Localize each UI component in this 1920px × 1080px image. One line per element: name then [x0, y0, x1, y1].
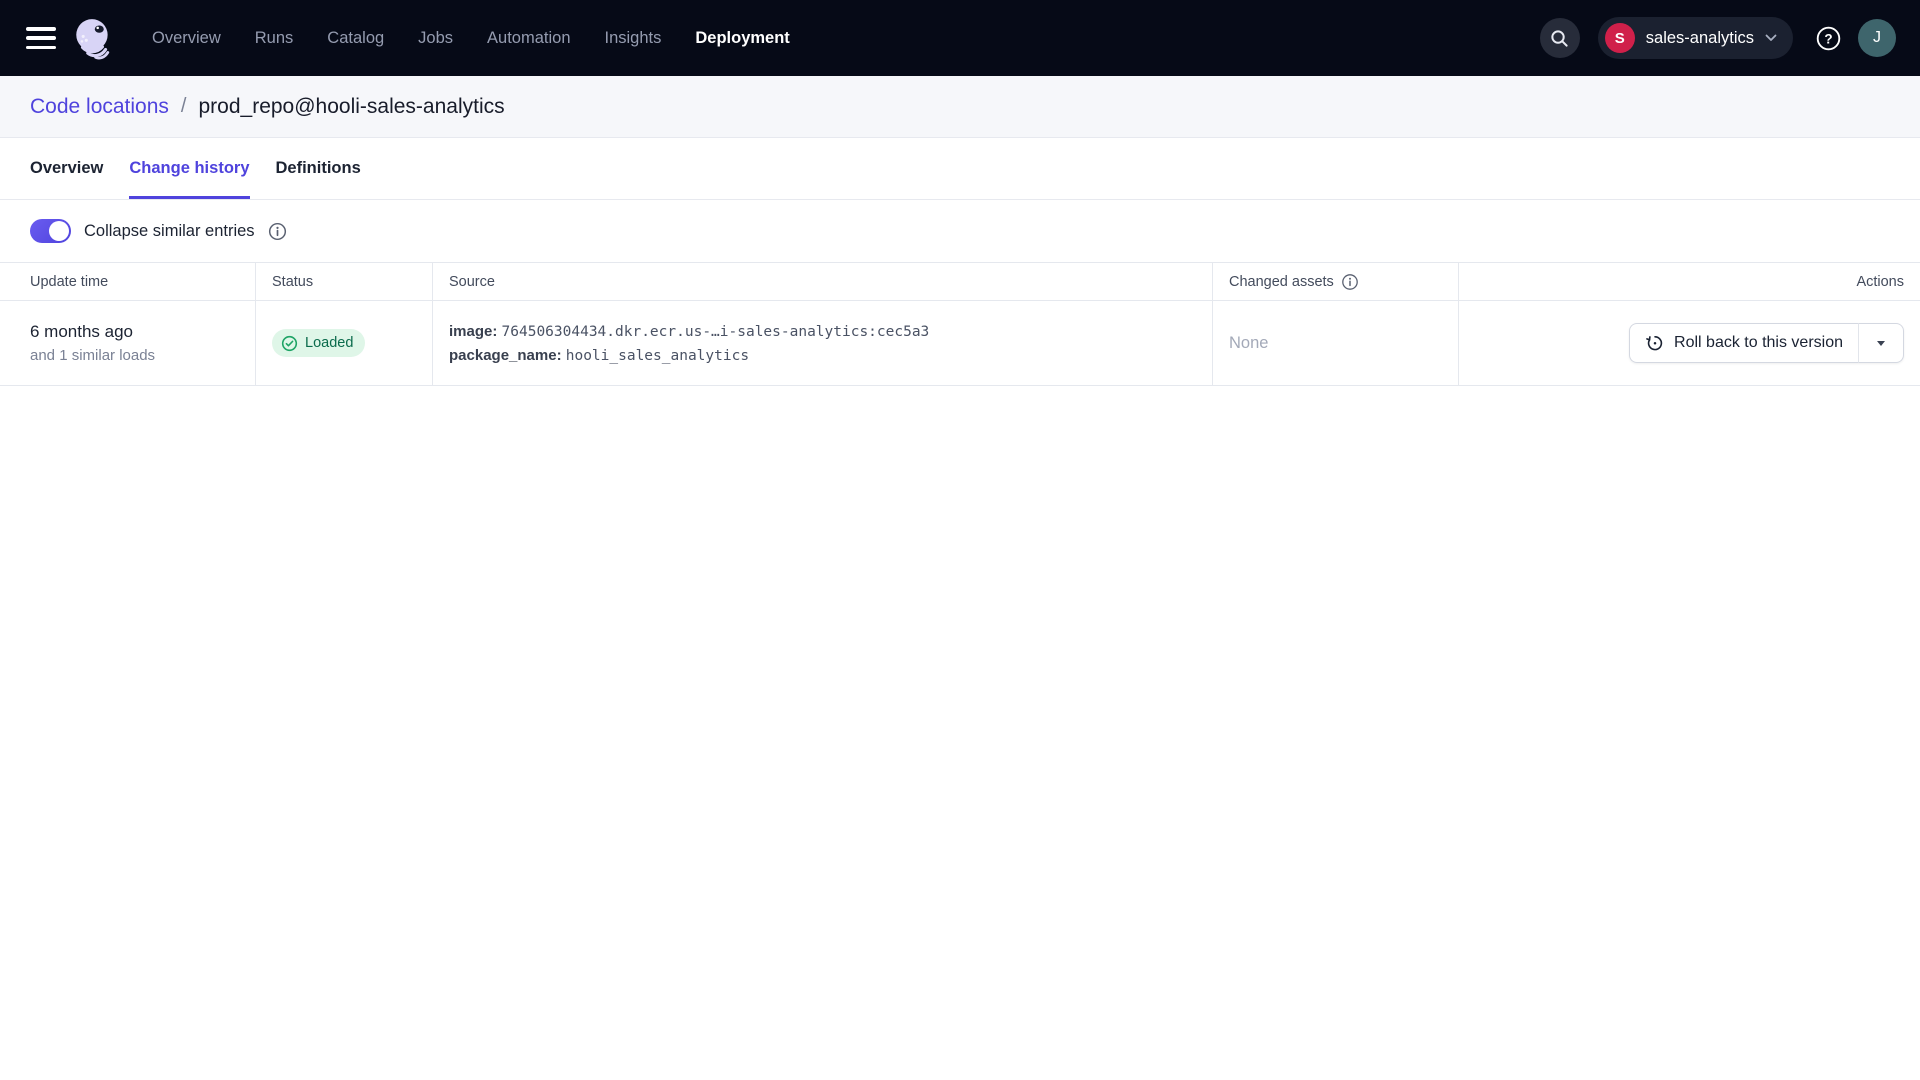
breadcrumb-code-locations-link[interactable]: Code locations	[30, 95, 169, 119]
collapse-similar-label: Collapse similar entries	[84, 222, 255, 241]
user-avatar[interactable]: J	[1858, 19, 1896, 57]
rollback-button[interactable]: Roll back to this version	[1629, 323, 1858, 363]
source-image-value: 764506304434.dkr.ecr.us-…i-sales-analyti…	[502, 324, 930, 340]
octopus-logo-icon	[70, 15, 116, 61]
changed-assets-info-icon[interactable]	[1341, 273, 1359, 291]
collapse-info-button[interactable]	[268, 222, 287, 241]
similar-loads-note: and 1 similar loads	[30, 347, 155, 364]
controls-row: Collapse similar entries	[0, 200, 1920, 262]
tabs-bar: Overview Change history Definitions	[0, 138, 1920, 200]
source-image-label: image:	[449, 323, 497, 340]
info-icon	[268, 222, 287, 241]
header-status: Status	[255, 263, 432, 300]
top-nav: Overview Runs Catalog Jobs Automation In…	[0, 0, 1920, 76]
status-badge-label: Loaded	[305, 335, 353, 351]
help-button[interactable]: ?	[1815, 25, 1842, 52]
header-actions: Actions	[1458, 263, 1920, 300]
rollback-button-label: Roll back to this version	[1674, 334, 1843, 352]
changed-assets-cell: None	[1212, 301, 1458, 385]
source-package-value: hooli_sales_analytics	[566, 348, 749, 364]
header-changed-assets-label: Changed assets	[1229, 274, 1334, 290]
status-cell: Loaded	[255, 301, 432, 385]
nav-item-insights[interactable]: Insights	[605, 29, 662, 48]
check-circle-icon	[281, 335, 298, 352]
org-name: sales-analytics	[1646, 29, 1754, 48]
nav-item-jobs[interactable]: Jobs	[418, 29, 453, 48]
caret-down-icon	[1877, 341, 1885, 346]
update-time-value: 6 months ago	[30, 322, 155, 342]
rollback-button-group: Roll back to this version	[1629, 323, 1904, 363]
tab-overview[interactable]: Overview	[30, 138, 103, 199]
collapse-similar-toggle[interactable]	[30, 219, 71, 243]
org-switcher[interactable]: S sales-analytics	[1598, 17, 1793, 59]
chevron-down-icon	[1765, 34, 1777, 42]
actions-cell: Roll back to this version	[1458, 301, 1920, 385]
header-changed-assets: Changed assets	[1212, 263, 1458, 300]
menu-hamburger-icon[interactable]	[26, 27, 56, 49]
changed-assets-value: None	[1229, 334, 1268, 353]
nav-item-runs[interactable]: Runs	[255, 29, 294, 48]
svg-text:?: ?	[1824, 31, 1832, 46]
help-question-icon: ?	[1815, 25, 1842, 52]
org-initial-badge: S	[1605, 23, 1635, 53]
rollback-dropdown-button[interactable]	[1858, 323, 1904, 363]
header-update-time: Update time	[0, 263, 255, 300]
dagster-octopus-logo[interactable]	[70, 15, 116, 61]
rollback-history-icon	[1645, 333, 1665, 353]
header-source: Source	[432, 263, 1212, 300]
page-header: Code locations / prod_repo@hooli-sales-a…	[0, 76, 1920, 138]
nav-item-catalog[interactable]: Catalog	[327, 29, 384, 48]
search-icon	[1549, 28, 1570, 49]
source-package-label: package_name:	[449, 347, 562, 364]
table-header-row: Update time Status Source Changed assets…	[0, 262, 1920, 301]
page-title: prod_repo@hooli-sales-analytics	[198, 95, 504, 119]
change-history-table: Update time Status Source Changed assets…	[0, 262, 1920, 386]
tab-change-history[interactable]: Change history	[129, 138, 249, 199]
source-cell: image: 764506304434.dkr.ecr.us-…i-sales-…	[432, 301, 1212, 385]
nav-item-deployment[interactable]: Deployment	[695, 29, 789, 48]
search-button[interactable]	[1540, 18, 1580, 58]
primary-nav-links: Overview Runs Catalog Jobs Automation In…	[152, 29, 790, 48]
status-badge: Loaded	[272, 329, 365, 357]
tab-definitions[interactable]: Definitions	[276, 138, 361, 199]
table-row: 6 months ago and 1 similar loads Loaded …	[0, 301, 1920, 386]
nav-item-overview[interactable]: Overview	[152, 29, 221, 48]
update-time-cell: 6 months ago and 1 similar loads	[0, 301, 255, 385]
breadcrumb-separator: /	[181, 95, 187, 118]
nav-item-automation[interactable]: Automation	[487, 29, 570, 48]
